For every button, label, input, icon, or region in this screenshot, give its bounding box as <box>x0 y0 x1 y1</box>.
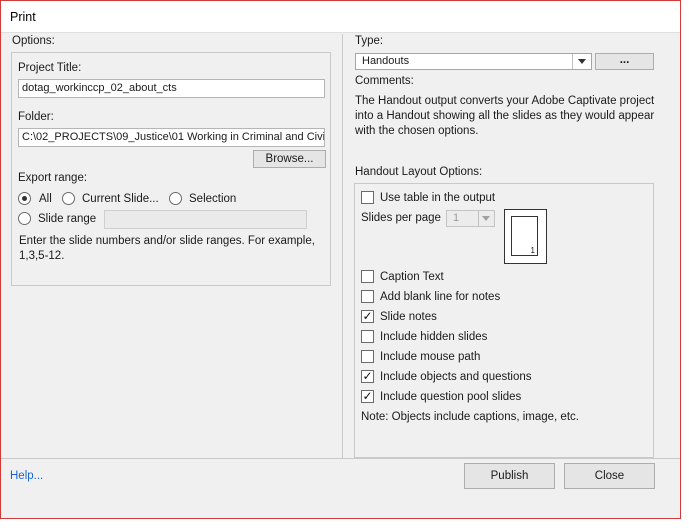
slide-notes-checkmark: ✓ <box>362 309 373 323</box>
folder-label: Folder: <box>18 111 54 123</box>
caption-text-checkbox[interactable] <box>361 270 374 283</box>
page-preview-slide: 1 <box>511 216 538 256</box>
folder-input[interactable]: C:\02_PROJECTS\09_Justice\01 Working in … <box>18 128 325 147</box>
project-title-input[interactable]: dotag_workinccp_02_about_cts <box>18 79 325 98</box>
radio-current-slide[interactable] <box>62 192 75 205</box>
radio-selection[interactable] <box>169 192 182 205</box>
include-objects-checkmark: ✓ <box>362 369 373 383</box>
include-question-pool-checkmark: ✓ <box>362 389 373 403</box>
footer-divider <box>1 458 680 459</box>
dropdown-arrow-box <box>478 211 494 226</box>
include-objects-checkbox[interactable]: ✓ <box>361 370 374 383</box>
include-hidden-slides-label: Include hidden slides <box>380 331 488 343</box>
radio-current-slide-label: Current Slide... <box>82 193 159 205</box>
close-button[interactable]: Close <box>564 463 655 489</box>
type-settings-button[interactable]: ... <box>595 53 654 70</box>
slides-per-page-dropdown[interactable]: 1 <box>446 210 495 227</box>
type-dropdown[interactable]: Handouts <box>355 53 592 70</box>
slides-per-page-label: Slides per page <box>361 212 441 224</box>
options-heading: Options: <box>12 35 55 47</box>
radio-selected-dot <box>22 196 27 201</box>
page-preview-number: 1 <box>530 246 535 255</box>
radio-all[interactable] <box>18 192 31 205</box>
include-objects-label: Include objects and questions <box>380 371 532 383</box>
export-range-label: Export range: <box>18 172 88 184</box>
radio-selection-label: Selection <box>189 193 237 205</box>
add-blank-line-checkbox[interactable] <box>361 290 374 303</box>
caption-text-label: Caption Text <box>380 271 444 283</box>
range-hint: Enter the slide numbers and/or slide ran… <box>19 235 315 247</box>
use-table-checkbox[interactable] <box>361 191 374 204</box>
comments-line-3: with the chosen options. <box>355 125 479 137</box>
radio-all-label: All <box>39 193 52 205</box>
comments-line-2: into a Handout showing all the slides as… <box>355 110 655 122</box>
chevron-down-icon <box>482 216 490 221</box>
type-dropdown-value: Handouts <box>362 55 410 67</box>
comments-label: Comments: <box>355 75 414 87</box>
browse-button[interactable]: Browse... <box>253 150 326 168</box>
print-dialog: Print Options: Project Title: dotag_work… <box>0 0 681 519</box>
include-mouse-path-checkbox[interactable] <box>361 350 374 363</box>
handout-layout-heading: Handout Layout Options: <box>355 166 483 178</box>
chevron-down-icon <box>578 59 586 64</box>
help-link[interactable]: Help... <box>10 470 43 482</box>
page-preview: 1 <box>504 209 547 264</box>
include-question-pool-checkbox[interactable]: ✓ <box>361 390 374 403</box>
radio-slide-range[interactable] <box>18 212 31 225</box>
include-mouse-path-label: Include mouse path <box>380 351 481 363</box>
range-hint-example: 1,3,5-12. <box>19 250 65 262</box>
publish-button[interactable]: Publish <box>464 463 555 489</box>
slides-per-page-value: 1 <box>453 212 460 224</box>
slide-range-input[interactable] <box>104 210 307 229</box>
include-question-pool-label: Include question pool slides <box>380 391 522 403</box>
add-blank-line-label: Add blank line for notes <box>380 291 501 303</box>
use-table-label: Use table in the output <box>380 192 496 204</box>
project-title-label: Project Title: <box>18 62 82 74</box>
title-bar: Print <box>1 1 680 33</box>
panel-divider <box>342 34 343 458</box>
objects-note: Note: Objects include captions, image, e… <box>361 411 579 423</box>
comments-line-1: The Handout output converts your Adobe C… <box>355 95 655 107</box>
slide-notes-checkbox[interactable]: ✓ <box>361 310 374 323</box>
dropdown-arrow-box <box>572 54 591 69</box>
slide-notes-label: Slide notes <box>380 311 437 323</box>
window-title: Print <box>10 10 36 24</box>
type-label: Type: <box>355 35 384 47</box>
radio-slide-range-label: Slide range <box>38 213 97 225</box>
include-hidden-slides-checkbox[interactable] <box>361 330 374 343</box>
